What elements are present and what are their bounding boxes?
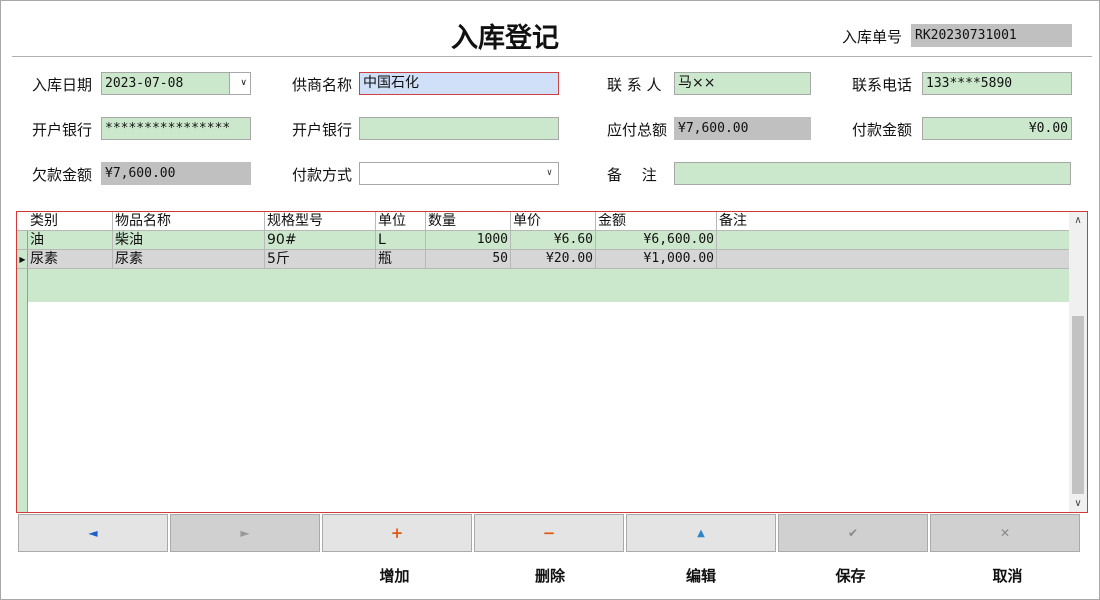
row-selector-column: ▶	[17, 212, 28, 512]
minus-icon: −	[542, 524, 556, 542]
items-grid[interactable]: 类别 物品名称 规格型号 单位 数量 单价 金额 备注 油 柴油 90# L 1…	[16, 211, 1088, 513]
add-button-label[interactable]: 增加	[322, 565, 467, 586]
cell-remark[interactable]	[717, 231, 1069, 249]
row-selector[interactable]: ▶	[17, 250, 28, 269]
check-icon: ✔	[847, 526, 859, 540]
edit-button-label[interactable]: 编辑	[626, 565, 776, 586]
cell-spec[interactable]: 90#	[265, 231, 376, 249]
date-dropdown-button[interactable]: ∨	[229, 72, 251, 95]
order-no-field: RK20230731001	[911, 24, 1072, 47]
column-header[interactable]: 物品名称	[113, 212, 265, 230]
cell-category[interactable]: 油	[28, 231, 113, 249]
grid-header: 类别 物品名称 规格型号 单位 数量 单价 金额 备注	[28, 212, 1069, 231]
pay-method-select[interactable]: ∨	[359, 162, 559, 185]
chevron-down-icon[interactable]: ∨	[542, 164, 557, 183]
table-row[interactable]: 油 柴油 90# L 1000 ¥6.60 ¥6,600.00	[28, 231, 1069, 250]
header-corner	[17, 212, 28, 231]
supplier-field[interactable]: 中国石化	[359, 72, 559, 95]
contact-label: 联 系 人	[607, 76, 662, 94]
cancel-button-label[interactable]: 取消	[930, 565, 1085, 586]
column-header[interactable]: 类别	[28, 212, 113, 230]
cell-item-name[interactable]: 尿素	[113, 250, 265, 268]
scrollbar-thumb[interactable]	[1072, 316, 1084, 494]
paid-label: 付款金额	[852, 121, 913, 139]
add-button[interactable]: +	[322, 514, 472, 552]
current-row-icon: ▶	[19, 255, 26, 264]
column-header[interactable]: 规格型号	[265, 212, 376, 230]
next-record-button[interactable]: ►	[170, 514, 320, 552]
vertical-scrollbar[interactable]: ∧ ∨	[1069, 212, 1087, 512]
remark-field[interactable]	[674, 162, 1071, 185]
cell-spec[interactable]: 5斤	[265, 250, 376, 268]
prev-arrow-icon: ◄	[88, 526, 98, 540]
scroll-up-icon[interactable]: ∧	[1069, 212, 1087, 229]
edit-up-icon: ▲	[697, 527, 705, 539]
contact-field[interactable]: 马××	[674, 72, 811, 95]
cell-unit-price[interactable]: ¥6.60	[511, 231, 596, 249]
title-divider	[12, 56, 1092, 57]
paid-field[interactable]: ¥0.00	[922, 117, 1072, 140]
chevron-down-icon: ∨	[240, 78, 247, 88]
save-button-label[interactable]: 保存	[778, 565, 923, 586]
delete-button-label[interactable]: 删除	[474, 565, 626, 586]
column-header[interactable]: 金额	[596, 212, 717, 230]
cell-item-name[interactable]: 柴油	[113, 231, 265, 249]
new-row-placeholder[interactable]	[17, 269, 1069, 302]
remark-label: 备 注	[607, 166, 657, 184]
supplier-label: 供商名称	[292, 76, 353, 94]
column-header[interactable]: 单位	[376, 212, 426, 230]
cell-unit[interactable]: 瓶	[376, 250, 426, 268]
x-icon: ✕	[999, 526, 1011, 540]
cell-amount[interactable]: ¥6,600.00	[596, 231, 717, 249]
delete-button[interactable]: −	[474, 514, 624, 552]
column-header[interactable]: 单价	[511, 212, 596, 230]
scroll-down-icon[interactable]: ∨	[1069, 495, 1087, 512]
bank-account-field[interactable]: ****************	[101, 117, 251, 140]
cell-quantity[interactable]: 50	[426, 250, 511, 268]
phone-field[interactable]: 133****5890	[922, 72, 1072, 95]
cancel-button[interactable]: ✕	[930, 514, 1080, 552]
date-field[interactable]: 2023-07-08	[101, 72, 231, 95]
table-row[interactable]: 尿素 尿素 5斤 瓶 50 ¥20.00 ¥1,000.00	[28, 250, 1069, 269]
bank-label: 开户银行	[292, 121, 353, 139]
bank-field[interactable]	[359, 117, 559, 140]
payable-label: 应付总额	[607, 121, 668, 139]
phone-label: 联系电话	[852, 76, 913, 94]
cell-remark[interactable]	[717, 250, 1069, 268]
plus-icon: +	[390, 524, 404, 542]
prev-record-button[interactable]: ◄	[18, 514, 168, 552]
order-no-label: 入库单号	[842, 28, 903, 46]
cell-amount[interactable]: ¥1,000.00	[596, 250, 717, 268]
cell-unit[interactable]: L	[376, 231, 426, 249]
page-title: 入库登记	[451, 23, 559, 54]
cell-unit-price[interactable]: ¥20.00	[511, 250, 596, 268]
column-header[interactable]: 数量	[426, 212, 511, 230]
debt-field: ¥7,600.00	[101, 162, 251, 185]
row-selector[interactable]	[17, 231, 28, 250]
payable-field: ¥7,600.00	[674, 117, 811, 140]
column-header[interactable]: 备注	[717, 212, 1069, 230]
edit-button[interactable]: ▲	[626, 514, 776, 552]
save-button[interactable]: ✔	[778, 514, 928, 552]
bank-account-label: 开户银行	[32, 121, 93, 139]
date-label: 入库日期	[32, 76, 93, 94]
cell-category[interactable]: 尿素	[28, 250, 113, 268]
debt-label: 欠款金额	[32, 166, 93, 184]
next-arrow-icon: ►	[240, 526, 250, 540]
pay-method-label: 付款方式	[292, 166, 353, 184]
cell-quantity[interactable]: 1000	[426, 231, 511, 249]
